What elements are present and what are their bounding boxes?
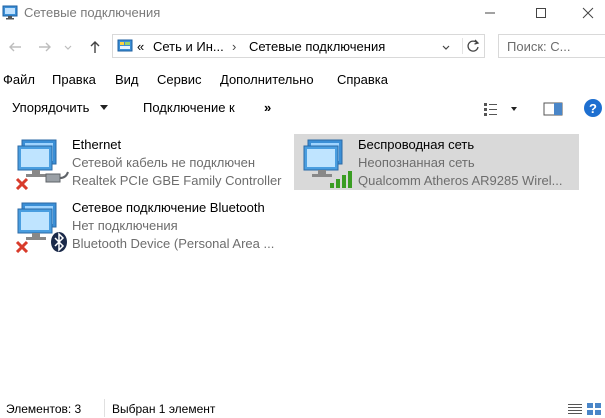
- recent-locations-button[interactable]: [62, 38, 74, 56]
- connection-device: Bluetooth Device (Personal Area ...: [72, 236, 275, 251]
- connection-bluetooth[interactable]: Сетевое подключение Bluetooth Нет подклю…: [8, 197, 293, 253]
- connection-name: Ethernet: [72, 137, 122, 152]
- connection-ethernet[interactable]: Ethernet Сетевой кабель не подключен Rea…: [8, 134, 293, 190]
- menu-bar: Файл Правка Вид Сервис Дополнительно Спр…: [0, 70, 605, 90]
- address-bar[interactable]: « Сеть и Ин... › Сетевые подключения: [112, 34, 485, 58]
- breadcrumb-network-connections[interactable]: Сетевые подключения: [249, 39, 385, 54]
- network-connections-icon: [2, 4, 18, 23]
- search-placeholder: Поиск: С...: [507, 39, 571, 54]
- arrow-left-icon: [9, 42, 21, 52]
- connection-status: Сетевой кабель не подключен: [72, 155, 256, 170]
- help-icon: ?: [584, 99, 602, 117]
- close-button[interactable]: [565, 0, 605, 26]
- arrow-right-icon: [39, 42, 51, 52]
- menu-tools[interactable]: Сервис: [157, 72, 202, 87]
- address-divider: [462, 38, 463, 54]
- minimize-icon: [485, 12, 495, 14]
- connection-name: Беспроводная сеть: [358, 137, 475, 152]
- menu-file[interactable]: Файл: [3, 72, 35, 87]
- chevron-down-icon: [442, 45, 450, 50]
- window-title: Сетевые подключения: [24, 5, 161, 20]
- item-count: Элементов: 3: [6, 402, 82, 416]
- view-details-icon: [484, 103, 517, 116]
- connection-device: Realtek PCIe GBE Family Controller: [72, 173, 282, 188]
- ethernet-adapter-icon: [15, 139, 69, 190]
- wireless-adapter-icon: [303, 139, 352, 188]
- refresh-button[interactable]: [466, 39, 480, 56]
- up-button[interactable]: [86, 38, 104, 56]
- title-bar: Сетевые подключения: [0, 0, 605, 26]
- chevron-down-icon: [64, 45, 72, 50]
- breadcrumb-overflow[interactable]: «: [137, 39, 144, 54]
- organize-button[interactable]: Упорядочить: [12, 100, 109, 115]
- connection-status: Нет подключения: [72, 218, 178, 233]
- maximize-button[interactable]: [518, 0, 564, 26]
- menu-view[interactable]: Вид: [115, 72, 139, 87]
- status-divider: [104, 399, 105, 417]
- refresh-icon: [467, 39, 480, 52]
- details-view-icon: [568, 404, 582, 414]
- menu-help[interactable]: Справка: [337, 72, 388, 87]
- maximize-icon: [536, 8, 546, 18]
- help-button[interactable]: ?: [583, 98, 603, 121]
- forward-button[interactable]: [36, 38, 54, 56]
- breadcrumb-network-internet[interactable]: Сеть и Ин...: [153, 39, 224, 54]
- organize-label: Упорядочить: [12, 100, 90, 115]
- breadcrumb-separator-icon: ›: [232, 39, 237, 54]
- menu-edit[interactable]: Правка: [52, 72, 96, 87]
- preview-pane-icon: [543, 102, 563, 116]
- large-icons-view-button[interactable]: [587, 403, 601, 418]
- control-panel-icon: [117, 38, 133, 57]
- back-button[interactable]: [6, 38, 24, 56]
- status-bar: Элементов: 3 Выбран 1 элемент: [0, 399, 605, 417]
- more-commands-button[interactable]: »: [264, 100, 271, 115]
- large-icons-view-icon: [587, 403, 601, 415]
- connection-status: Неопознанная сеть: [358, 155, 475, 170]
- minimize-button[interactable]: [467, 0, 513, 26]
- arrow-up-icon: [90, 41, 100, 53]
- close-icon: [582, 7, 594, 19]
- preview-pane-button[interactable]: [543, 101, 563, 120]
- details-view-button[interactable]: [568, 403, 582, 418]
- address-dropdown-button[interactable]: [441, 41, 451, 56]
- address-row: « Сеть и Ин... › Сетевые подключения Пои…: [0, 34, 605, 60]
- connection-name: Сетевое подключение Bluetooth: [72, 200, 265, 215]
- search-input[interactable]: Поиск: С...: [498, 34, 605, 58]
- bluetooth-adapter-icon: [15, 202, 67, 253]
- connection-wireless[interactable]: Беспроводная сеть Неопознанная сеть Qual…: [294, 134, 579, 190]
- svg-text:?: ?: [589, 101, 597, 116]
- view-options-button[interactable]: [483, 101, 517, 120]
- caret-down-icon: [99, 105, 108, 110]
- connect-to-button[interactable]: Подключение к: [143, 100, 235, 115]
- connection-device: Qualcomm Atheros AR9285 Wirel...: [358, 173, 563, 188]
- selected-count: Выбран 1 элемент: [112, 402, 216, 416]
- command-bar: Упорядочить Подключение к » ?: [0, 95, 605, 123]
- menu-advanced[interactable]: Дополнительно: [220, 72, 314, 87]
